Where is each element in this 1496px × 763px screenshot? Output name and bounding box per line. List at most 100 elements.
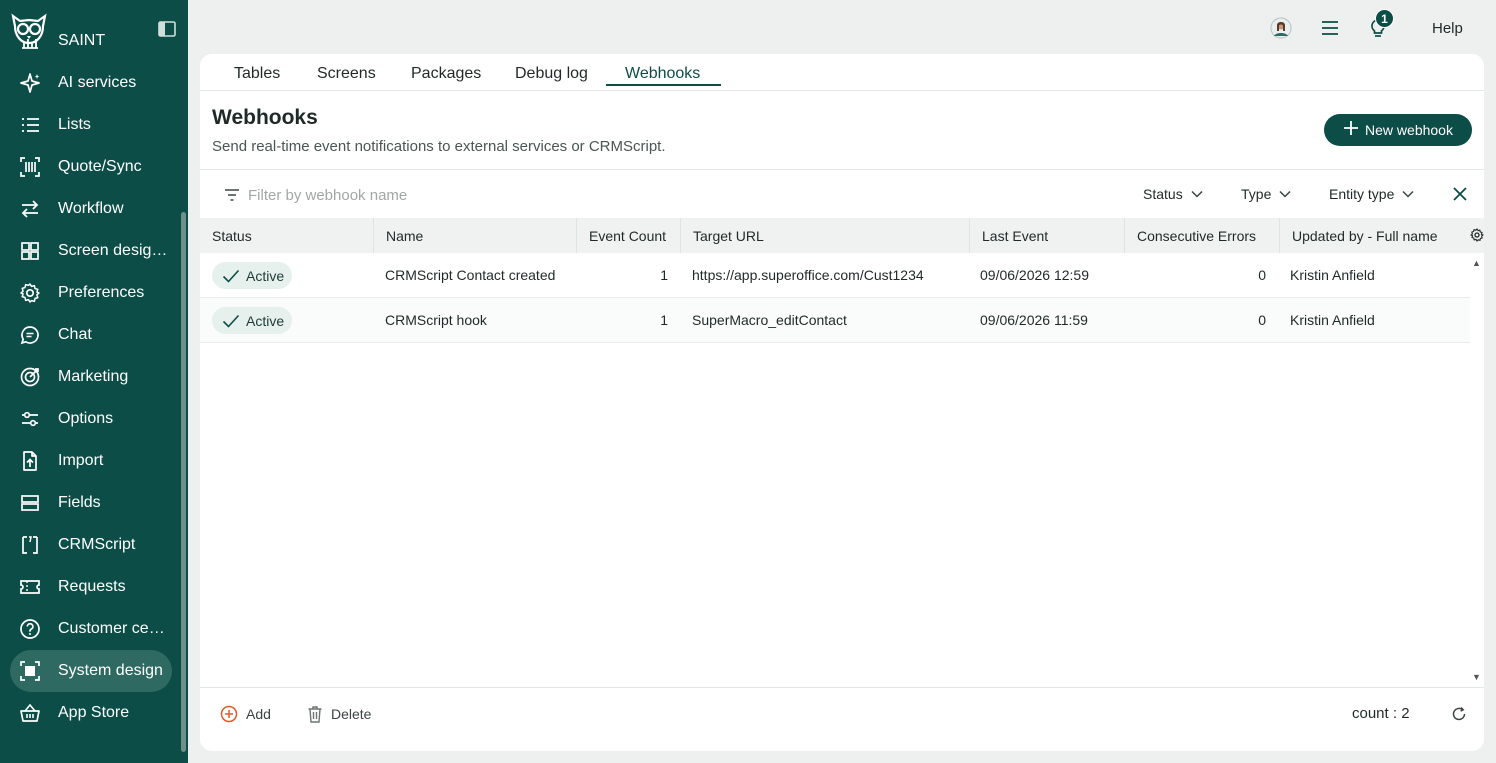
sidebar-item-label: Screen designer <box>58 242 168 259</box>
sidebar-item-label: Import <box>58 452 104 469</box>
trash-icon <box>308 706 322 723</box>
add-circle-icon <box>220 705 238 723</box>
sidebar-item-customer-center[interactable]: Customer center <box>10 608 178 650</box>
cell-target-url: https://app.superoffice.com/Cust1234 <box>692 267 924 283</box>
notification-badge: 1 <box>1375 9 1394 28</box>
chevron-down-icon <box>1279 190 1291 198</box>
sidebar-item-requests[interactable]: Requests <box>10 566 178 608</box>
sidebar-item-crmscript[interactable]: CRMScript <box>10 524 178 566</box>
cell-target-url: SuperMacro_editContact <box>692 312 847 328</box>
sidebar-item-lists[interactable]: Lists <box>10 104 178 146</box>
sidebar-item-chat[interactable]: Chat <box>10 314 178 356</box>
column-header-last-event[interactable]: Last Event <box>970 218 1125 253</box>
table-header: Status Name Event Count Target URL Last … <box>200 218 1484 253</box>
table-row[interactable]: Active CRMScript hook 1 SuperMacro_editC… <box>200 298 1470 343</box>
divider <box>200 169 1484 170</box>
page-title: Webhooks <box>212 106 318 129</box>
sidebar-item-label: AI services <box>58 74 137 91</box>
tab-debug-log[interactable]: Debug log <box>515 65 588 83</box>
chevron-down-icon <box>1191 190 1203 198</box>
sidebar-item-preferences[interactable]: Preferences <box>10 272 178 314</box>
scroll-down-arrow-icon[interactable]: ▼ <box>1472 672 1481 682</box>
import-icon <box>18 449 42 473</box>
sidebar-item-marketing[interactable]: Marketing <box>10 356 178 398</box>
table-row[interactable]: Active CRMScript Contact created 1 https… <box>200 253 1470 298</box>
column-settings-icon[interactable] <box>1470 228 1484 242</box>
cell-last-event: 09/06/2026 11:59 <box>980 312 1088 328</box>
help-link[interactable]: Help <box>1432 20 1463 37</box>
tab-screens[interactable]: Screens <box>317 65 376 83</box>
page-subtitle: Send real-time event notifications to ex… <box>212 138 666 155</box>
sidebar-item-label: Workflow <box>58 200 124 217</box>
delete-label: Delete <box>331 706 372 722</box>
cell-name: CRMScript Contact created <box>385 267 556 283</box>
clear-filter-icon[interactable] <box>1452 186 1468 202</box>
sidebar-item-label: System design <box>58 662 163 679</box>
row-count: count : 2 <box>1352 705 1410 722</box>
fields-icon <box>18 491 42 515</box>
sidebar-item-label: Preferences <box>58 284 145 301</box>
hamburger-menu-icon[interactable] <box>1320 20 1340 36</box>
sidebar-item-label: Requests <box>58 578 126 595</box>
user-avatar[interactable] <box>1270 17 1292 39</box>
type-dropdown[interactable]: Type <box>1241 186 1291 202</box>
filter-input[interactable] <box>248 183 648 207</box>
sidebar-item-options[interactable]: Options <box>10 398 178 440</box>
cell-updated-by: Kristin Anfield <box>1290 267 1375 283</box>
tab-tables[interactable]: Tables <box>234 65 280 83</box>
column-header-event-count[interactable]: Event Count <box>577 218 681 253</box>
column-header-target-url[interactable]: Target URL <box>681 218 970 253</box>
sliders-icon <box>18 407 42 431</box>
check-icon <box>222 269 240 283</box>
column-header-name[interactable]: Name <box>374 218 577 253</box>
scroll-up-arrow-icon[interactable]: ▲ <box>1472 258 1481 268</box>
sidebar-scrollbar[interactable] <box>181 212 186 752</box>
refresh-icon[interactable] <box>1451 706 1467 722</box>
add-label: Add <box>246 706 271 722</box>
system-design-icon <box>18 659 42 683</box>
grid-icon <box>18 239 42 263</box>
entity-type-dropdown[interactable]: Entity type <box>1329 186 1414 202</box>
sidebar-item-workflow[interactable]: Workflow <box>10 188 178 230</box>
column-header-status[interactable]: Status <box>200 218 374 253</box>
script-icon <box>18 533 42 557</box>
sidebar-item-label: Fields <box>58 494 101 511</box>
sidebar-item-import[interactable]: Import <box>10 440 178 482</box>
status-dropdown-label: Status <box>1143 186 1183 202</box>
column-header-updated-by[interactable]: Updated by - Full name <box>1280 218 1470 253</box>
sidebar-item-label: Quote/Sync <box>58 158 142 175</box>
entity-type-dropdown-label: Entity type <box>1329 186 1395 202</box>
sidebar-item-saint[interactable]: SAINT <box>10 20 178 62</box>
column-header-consecutive-errors[interactable]: Consecutive Errors <box>1125 218 1280 253</box>
sidebar-item-screen-designer[interactable]: Screen designer <box>10 230 178 272</box>
tab-bar: Tables Screens Packages Debug log Webhoo… <box>200 54 1484 91</box>
status-text: Active <box>246 267 285 284</box>
status-text: Active <box>246 312 285 329</box>
sidebar-item-fields[interactable]: Fields <box>10 482 178 524</box>
sidebar-item-app-store[interactable]: App Store <box>10 692 178 734</box>
delete-button[interactable]: Delete <box>307 705 371 723</box>
add-button[interactable]: Add <box>220 705 271 723</box>
sidebar-nav: SAINT AI services Lists Quote/Sync Workf… <box>10 32 178 734</box>
list-icon <box>18 113 42 137</box>
sidebar-item-label: App Store <box>58 704 130 721</box>
sidebar-item-quote-sync[interactable]: Quote/Sync <box>10 146 178 188</box>
chevron-down-icon <box>1402 190 1414 198</box>
barcode-icon <box>18 155 42 179</box>
active-tab-indicator <box>606 84 721 86</box>
sidebar-item-ai-services[interactable]: AI services <box>10 62 178 104</box>
plus-icon <box>1343 120 1359 140</box>
arrows-icon <box>18 197 42 221</box>
sidebar-item-system-design[interactable]: System design <box>10 650 172 692</box>
type-dropdown-label: Type <box>1241 186 1272 202</box>
tab-packages[interactable]: Packages <box>411 65 481 83</box>
webhooks-card: Tables Screens Packages Debug log Webhoo… <box>200 54 1484 751</box>
sidebar-item-label: SAINT <box>58 32 106 49</box>
footer-divider <box>200 687 1484 688</box>
target-icon <box>18 365 42 389</box>
chat-icon <box>18 323 42 347</box>
status-dropdown[interactable]: Status <box>1143 186 1203 202</box>
tab-webhooks[interactable]: Webhooks <box>625 65 700 83</box>
cell-event-count: 1 <box>660 267 668 283</box>
new-webhook-button[interactable]: New webhook <box>1324 114 1472 146</box>
